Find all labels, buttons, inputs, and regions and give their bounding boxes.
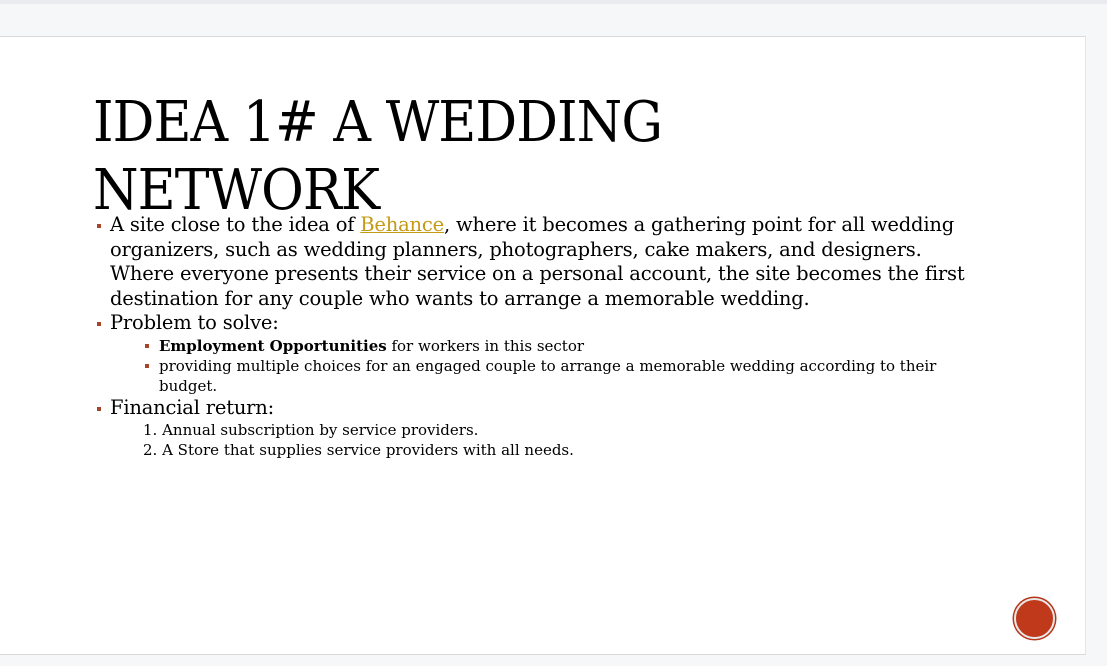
- sub-bullet-item: Employment Opportunities for workers in …: [144, 336, 995, 356]
- title-line-1: IDEA 1# A WEDDING: [93, 90, 663, 155]
- bullet-financial-return: Financial return:: [95, 396, 995, 421]
- top-strip: [0, 0, 1107, 4]
- sub-bullet-rest: for workers in this sector: [386, 336, 585, 355]
- bullet-label: Problem to solve:: [110, 311, 279, 334]
- bullet-site-description: A site close to the idea of Behance, whe…: [95, 213, 995, 311]
- presentation-viewport: IDEA 1# A WEDDING NETWORK A site close t…: [0, 0, 1107, 666]
- sub-bullet-item: providing multiple choices for an engage…: [144, 356, 995, 396]
- sub-bullet-bold: Employment Opportunities: [159, 336, 387, 355]
- bullet-marker-icon: [97, 406, 101, 411]
- bullet-marker-icon: [97, 224, 101, 228]
- sub-bullet-marker-icon: [145, 363, 149, 368]
- sub-bullet-text: Employment Opportunities for workers in …: [159, 336, 989, 356]
- bullet-marker-icon: [97, 322, 101, 326]
- slide-canvas[interactable]: IDEA 1# A WEDDING NETWORK A site close t…: [0, 36, 1086, 655]
- bullet-text-before: A site close to the idea of: [110, 213, 361, 236]
- sub-bullet-marker-icon: [145, 343, 149, 348]
- behance-link[interactable]: Behance: [360, 213, 444, 236]
- slide-body[interactable]: A site close to the idea of Behance, whe…: [95, 213, 995, 460]
- bullet-text: A site close to the idea of Behance, whe…: [110, 213, 985, 311]
- slide-title[interactable]: IDEA 1# A WEDDING NETWORK: [93, 89, 930, 225]
- financial-numbered-list: 1. Annual subscription by service provid…: [95, 420, 995, 460]
- problem-sub-list: Employment Opportunities for workers in …: [144, 336, 995, 396]
- bullet-problem-to-solve: Problem to solve:: [95, 311, 995, 336]
- numbered-item: 2. A Store that supplies service provide…: [143, 441, 574, 459]
- action-button-circle-icon[interactable]: [1014, 598, 1055, 639]
- bullet-label: Financial return:: [110, 395, 275, 419]
- numbered-item: 1. Annual subscription by service provid…: [143, 421, 479, 439]
- sub-bullet-text: providing multiple choices for an engage…: [159, 356, 937, 395]
